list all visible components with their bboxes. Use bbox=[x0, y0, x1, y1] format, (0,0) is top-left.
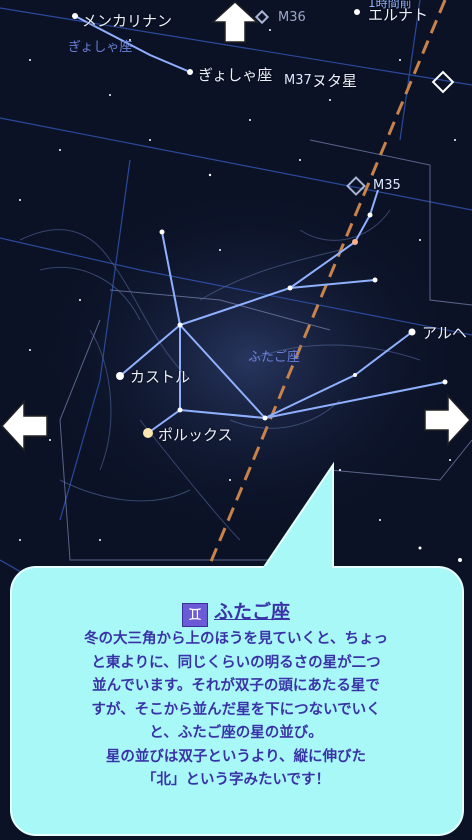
dso-label-m36[interactable]: M36 bbox=[278, 10, 306, 25]
info-line: と、ふたご座の星の並び。 bbox=[149, 725, 323, 741]
info-line: すが、そこから並んだ星を下につないでいく bbox=[91, 701, 381, 718]
info-title[interactable]: ふたご座 bbox=[214, 601, 290, 623]
constellation-label-auriga[interactable]: ぎょしゃ座 bbox=[68, 36, 132, 55]
star-label-menkalinan[interactable]: メンカリナン bbox=[82, 10, 172, 31]
info-line: と東よりに、同じくらいの明るさの星が二つ bbox=[91, 654, 381, 671]
up-arrow-icon[interactable] bbox=[210, 0, 260, 44]
right-arrow-icon[interactable] bbox=[422, 392, 472, 448]
info-title-row: ♊ ふたご座 bbox=[0, 597, 472, 627]
dso-label-m37[interactable]: M37 bbox=[284, 73, 312, 88]
star-label-pollux[interactable]: ポルックス bbox=[158, 424, 233, 445]
star-label-alhena[interactable]: アルヘ bbox=[422, 322, 467, 343]
info-line: 冬の大三角から上のほうを見ていくと、ちょっ bbox=[84, 631, 388, 647]
gemini-icon: ♊ bbox=[181, 603, 208, 627]
constellation-label-auriga-lower[interactable]: ぎょしゃ座 bbox=[198, 64, 272, 85]
constellation-label-gemini[interactable]: ふたご座 bbox=[248, 346, 300, 365]
info-line: 星の並びは双子というより、縦に伸びた bbox=[105, 748, 367, 765]
info-body: 冬の大三角から上のほうを見ていくと、ちょっ と東よりに、同じくらいの明るさの星が… bbox=[18, 628, 454, 793]
dso-label-m35[interactable]: M35 bbox=[373, 178, 401, 193]
info-line: 並んでいます。それが双子の頭にあたる星で bbox=[92, 678, 380, 694]
star-label-theta[interactable]: ヌタ星 bbox=[312, 70, 357, 91]
left-arrow-icon[interactable] bbox=[0, 398, 50, 454]
star-label-elnath[interactable]: エルナト bbox=[368, 4, 428, 25]
star-label-castor[interactable]: カストル bbox=[130, 366, 190, 387]
info-line: 「北」という字みたいです！ bbox=[141, 772, 331, 788]
